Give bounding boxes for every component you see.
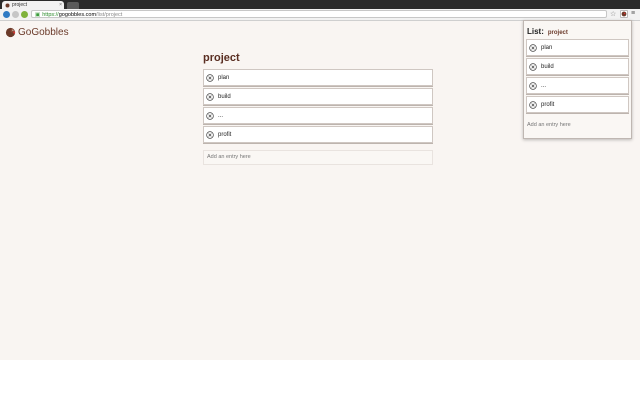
bookmark-star-icon[interactable]: ☆ [610,10,616,18]
url-scheme: https:// [42,12,59,18]
popup-list-name[interactable]: project [548,30,568,36]
list-item: profit [203,126,433,143]
add-entry-input[interactable] [203,149,433,165]
browser-tab-title: project [12,2,28,8]
list-item-label: ... [541,82,547,89]
forward-icon[interactable] [12,11,19,18]
list-item-label: profit [541,101,555,108]
extension-popup: List: project plan build ... profit [523,20,632,139]
remove-circle-icon[interactable] [206,73,214,82]
url-path: /list/project [96,12,123,18]
list-title: project [203,52,240,64]
list-item: ... [203,107,433,124]
list-item: profit [526,96,629,113]
list-item: build [526,58,629,75]
turkey-icon [5,27,16,38]
lock-icon: ▣ [35,12,41,18]
list-item-label: profit [218,131,232,138]
list-item: plan [526,39,629,56]
list-item-label: plan [218,74,230,81]
list-item-label: ... [218,112,224,119]
remove-circle-icon[interactable] [529,81,537,90]
app-logo[interactable]: GoGobbles [5,27,69,38]
remove-circle-icon[interactable] [206,92,214,101]
popup-list-label: List: [527,27,544,36]
back-icon[interactable] [3,11,10,18]
popup-header: List: project [527,27,568,36]
menu-icon[interactable]: ≡ [631,10,635,17]
turkey-icon [621,11,627,17]
remove-circle-icon[interactable] [529,43,537,52]
browser-tabstrip: project × [0,0,640,9]
address-bar[interactable]: ▣ https://gogobbles.com/list/project [31,10,607,18]
remove-circle-icon[interactable] [206,130,214,139]
remove-circle-icon[interactable] [529,62,537,71]
list-item-label: plan [541,44,553,51]
gogobbles-extension-button[interactable] [620,10,628,18]
tab-close-icon[interactable]: × [59,2,62,8]
list-item: build [203,88,433,105]
remove-circle-icon[interactable] [529,100,537,109]
url-host: gogobbles.com [58,12,97,18]
new-tab-button[interactable] [67,2,79,9]
browser-tab[interactable]: project × [2,1,64,9]
gogobbles-favicon-icon [5,3,10,7]
brand-name: GoGobbles [18,27,69,38]
main-list: plan build ... profit [203,69,433,165]
reload-icon[interactable] [21,11,28,18]
remove-circle-icon[interactable] [206,111,214,120]
list-item: plan [203,69,433,86]
popup-add-entry-input[interactable] [527,119,628,131]
list-item-label: build [218,93,231,100]
list-item-label: build [541,63,554,70]
popup-list: plan build ... profit [526,39,629,115]
list-item: ... [526,77,629,94]
